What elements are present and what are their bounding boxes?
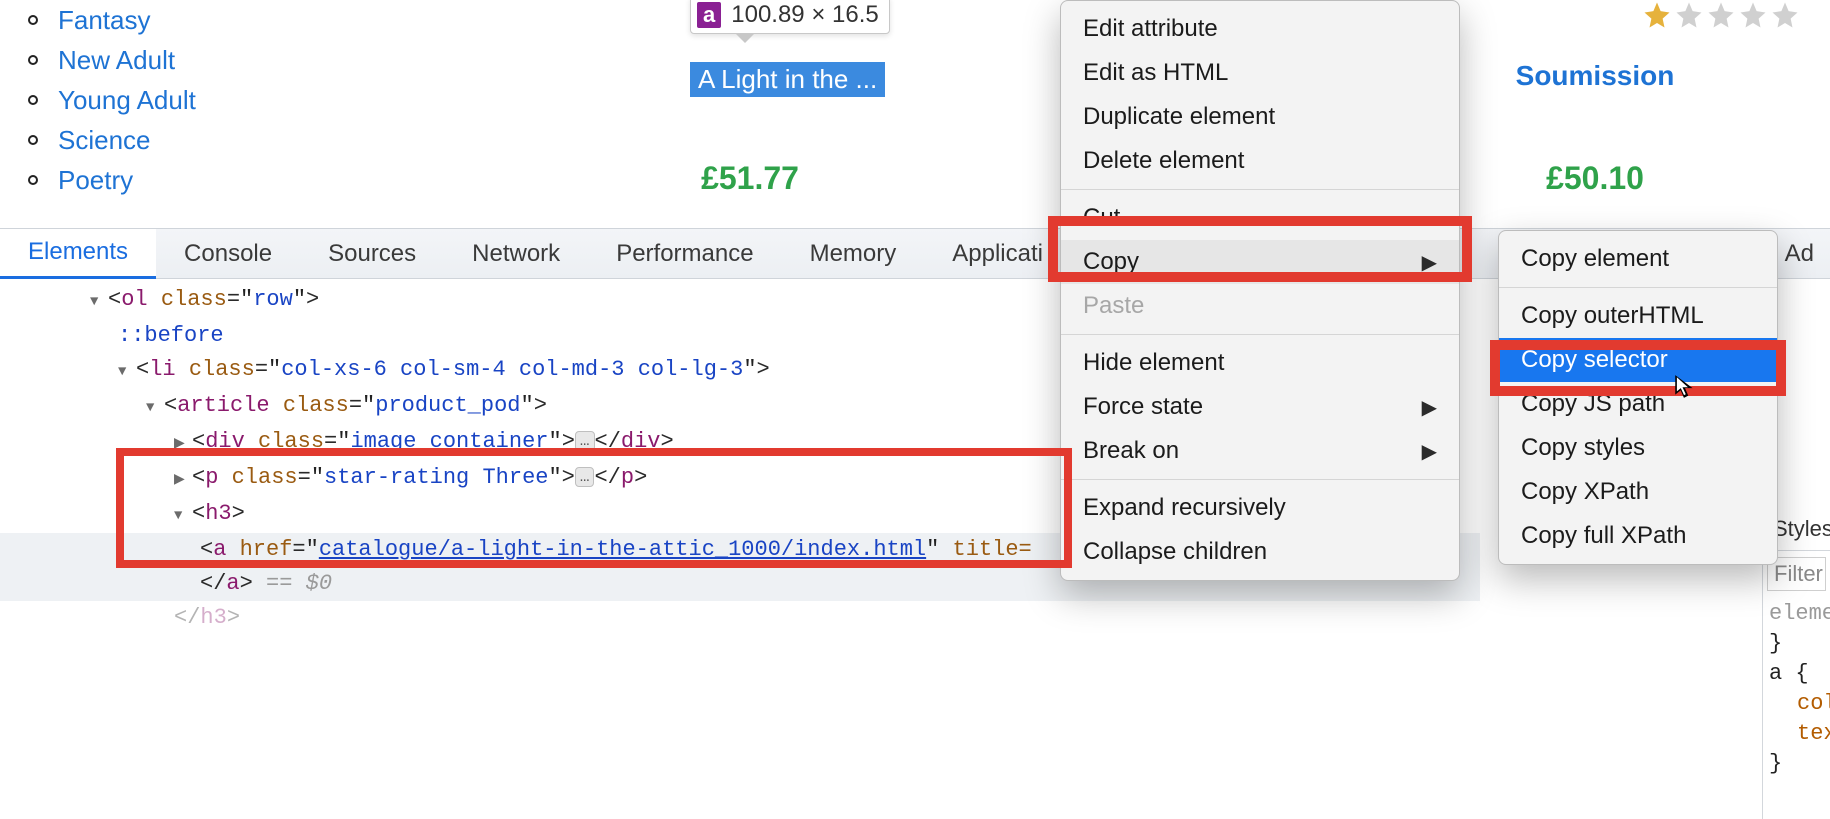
menu-item-break-on[interactable]: Break on▶ xyxy=(1061,429,1459,473)
expand-toggle-icon[interactable] xyxy=(146,389,164,425)
tooltip-dimensions: 100.89 × 16.5 xyxy=(731,1,878,29)
menu-item-duplicate-element[interactable]: Duplicate element xyxy=(1061,95,1459,139)
submenu-item-copy-element[interactable]: Copy element xyxy=(1499,237,1777,281)
sidebar-link[interactable]: Poetry xyxy=(58,165,133,196)
sidebar-link[interactable]: Fantasy xyxy=(58,5,151,36)
star-icon xyxy=(1642,0,1672,30)
menu-separator xyxy=(1499,287,1777,288)
submenu-item-copy-xpath[interactable]: Copy XPath xyxy=(1499,470,1777,514)
menu-item-delete-element[interactable]: Delete element xyxy=(1061,139,1459,183)
menu-separator xyxy=(1061,189,1459,190)
menu-item-hide-element[interactable]: Hide element xyxy=(1061,341,1459,385)
dom-node-h3-close[interactable]: </h3> xyxy=(0,601,1480,635)
expand-toggle-icon[interactable] xyxy=(174,497,192,533)
sidebar-link[interactable]: Young Adult xyxy=(58,85,196,116)
submenu-item-copy-full-xpath[interactable]: Copy full XPath xyxy=(1499,514,1777,558)
tab-memory[interactable]: Memory xyxy=(782,229,925,279)
bullet-icon xyxy=(28,15,38,25)
chevron-right-icon: ▶ xyxy=(1422,395,1437,420)
expand-toggle-icon[interactable] xyxy=(174,461,192,497)
ellipsis-icon[interactable]: … xyxy=(575,431,595,451)
sidebar-item-young-adult[interactable]: Young Adult xyxy=(20,80,440,120)
rule-brace: } xyxy=(1769,749,1824,779)
sidebar-item-fantasy[interactable]: Fantasy xyxy=(20,0,440,40)
context-menu: Edit attribute Edit as HTML Duplicate el… xyxy=(1060,0,1460,581)
star-icon xyxy=(1674,0,1704,30)
expand-toggle-icon[interactable] xyxy=(90,283,108,319)
expand-toggle-icon[interactable] xyxy=(174,425,192,461)
bullet-icon xyxy=(28,175,38,185)
tab-performance[interactable]: Performance xyxy=(588,229,781,279)
tab-console[interactable]: Console xyxy=(156,229,300,279)
star-icon xyxy=(1770,0,1800,30)
rule-prop[interactable]: text xyxy=(1769,719,1824,749)
ellipsis-icon[interactable]: … xyxy=(575,467,595,487)
menu-item-edit-as-html[interactable]: Edit as HTML xyxy=(1061,51,1459,95)
expand-toggle-icon[interactable] xyxy=(118,353,136,389)
menu-item-collapse-children[interactable]: Collapse children xyxy=(1061,530,1459,574)
category-sidebar: Fantasy New Adult Young Adult Science Po… xyxy=(20,0,440,200)
submenu-item-copy-outerhtml[interactable]: Copy outerHTML xyxy=(1499,294,1777,338)
bullet-icon xyxy=(28,55,38,65)
rule-prop[interactable]: colo xyxy=(1769,689,1824,719)
menu-item-cut[interactable]: Cut xyxy=(1061,196,1459,240)
sidebar-link[interactable]: Science xyxy=(58,125,151,156)
menu-separator xyxy=(1061,334,1459,335)
tab-application[interactable]: Applicati xyxy=(924,229,1071,279)
sidebar-link[interactable]: New Adult xyxy=(58,45,175,76)
inspected-link-highlight[interactable]: A Light in the ... xyxy=(690,62,885,97)
rule-selector[interactable]: element xyxy=(1769,599,1824,629)
star-rating xyxy=(1642,0,1800,30)
menu-item-copy[interactable]: Copy▶ xyxy=(1061,240,1459,284)
product-price: £51.77 xyxy=(580,160,920,197)
tab-sources[interactable]: Sources xyxy=(300,229,444,279)
menu-item-paste: Paste xyxy=(1061,284,1459,328)
tab-network[interactable]: Network xyxy=(444,229,588,279)
tab-elements[interactable]: Elements xyxy=(0,229,156,279)
submenu-item-copy-js-path[interactable]: Copy JS path xyxy=(1499,382,1777,426)
styles-rules: element } a { colo text } xyxy=(1763,597,1830,781)
rule-selector[interactable]: a { xyxy=(1769,659,1824,689)
bullet-icon xyxy=(28,95,38,105)
sidebar-item-new-adult[interactable]: New Adult xyxy=(20,40,440,80)
chevron-right-icon: ▶ xyxy=(1422,439,1437,464)
menu-item-expand-recursively[interactable]: Expand recursively xyxy=(1061,486,1459,530)
sidebar-item-science[interactable]: Science xyxy=(20,120,440,160)
rule-brace: } xyxy=(1769,629,1824,659)
tooltip-tag-badge: a xyxy=(697,2,721,28)
menu-item-force-state[interactable]: Force state▶ xyxy=(1061,385,1459,429)
chevron-right-icon: ▶ xyxy=(1422,250,1437,275)
menu-item-edit-attribute[interactable]: Edit attribute xyxy=(1061,7,1459,51)
submenu-item-copy-selector[interactable]: Copy selector xyxy=(1499,338,1777,382)
context-submenu-copy: Copy element Copy outerHTML Copy selecto… xyxy=(1498,230,1778,565)
page-content: Fantasy New Adult Young Adult Science Po… xyxy=(0,0,1830,228)
submenu-item-copy-styles[interactable]: Copy styles xyxy=(1499,426,1777,470)
menu-separator xyxy=(1061,479,1459,480)
sidebar-item-poetry[interactable]: Poetry xyxy=(20,160,440,200)
star-icon xyxy=(1738,0,1768,30)
star-icon xyxy=(1706,0,1736,30)
bullet-icon xyxy=(28,135,38,145)
element-dimensions-tooltip: a 100.89 × 16.5 xyxy=(690,0,890,34)
